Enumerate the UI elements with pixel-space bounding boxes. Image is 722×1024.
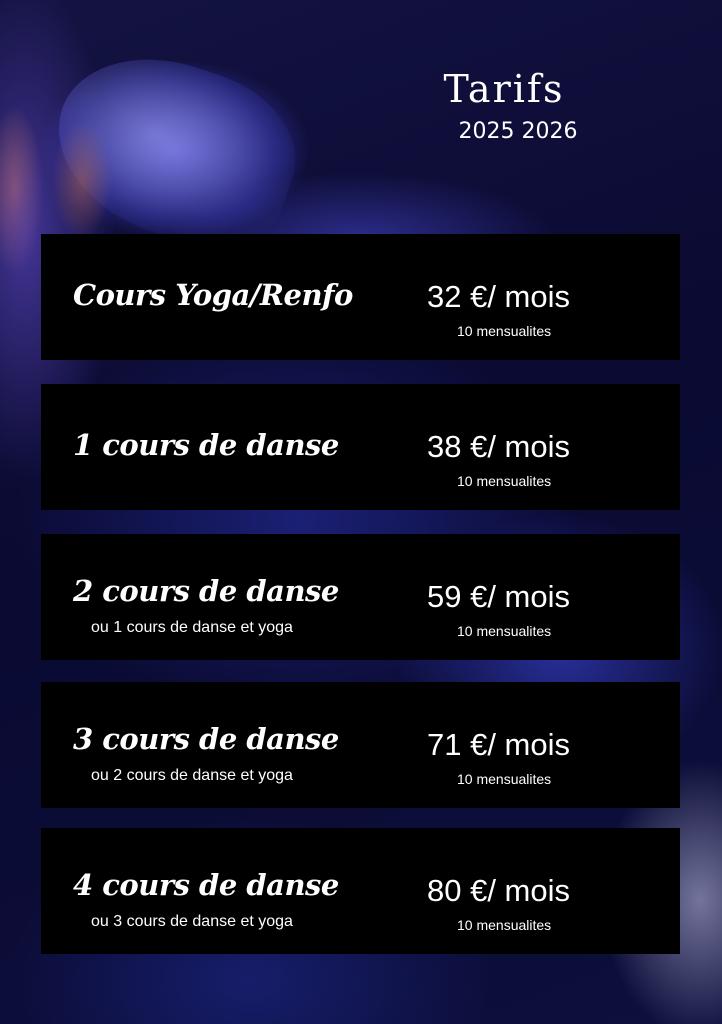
tariff-name: 3 cours de danse — [73, 722, 339, 756]
tariff-subtitle: ou 3 cours de danse et yoga — [91, 913, 293, 930]
tariff-card-yoga: Cours Yoga/Renfo 32 €/ mois 10 mensualit… — [41, 234, 680, 360]
tariff-subtitle: ou 2 cours de danse et yoga — [91, 767, 293, 784]
page-title: Tarifs — [443, 67, 565, 111]
tariff-name: 1 cours de danse — [73, 428, 339, 462]
tariff-price: 32 €/ mois — [427, 279, 571, 314]
tariff-installments: 10 mensualites — [457, 473, 552, 489]
tariff-price: 59 €/ mois — [427, 579, 571, 614]
tariff-installments: 10 mensualites — [457, 771, 552, 787]
tariff-subtitle: ou 1 cours de danse et yoga — [91, 619, 293, 636]
tariff-installments: 10 mensualites — [457, 917, 552, 933]
header: Tarifs 2025 2026 — [400, 66, 600, 146]
tariff-card-2-courses: 2 cours de danse ou 1 cours de danse et … — [41, 534, 680, 660]
tariff-price: 71 €/ mois — [427, 727, 571, 762]
tariff-installments: 10 mensualites — [457, 323, 552, 339]
dancer-hair-highlight — [52, 120, 112, 240]
tariff-name: 2 cours de danse — [73, 574, 339, 608]
tariff-price: 80 €/ mois — [427, 873, 571, 908]
season-years: 2025 2026 — [458, 119, 578, 144]
tariff-name: 4 cours de danse — [73, 868, 339, 902]
tariff-installments: 10 mensualites — [457, 623, 552, 639]
tariff-card-1-course: 1 cours de danse 38 €/ mois 10 mensualit… — [41, 384, 680, 510]
tariff-card-3-courses: 3 cours de danse ou 2 cours de danse et … — [41, 682, 680, 808]
tariff-price: 38 €/ mois — [427, 429, 571, 464]
tariff-name: Cours Yoga/Renfo — [73, 278, 353, 312]
tariff-card-4-courses: 4 cours de danse ou 3 cours de danse et … — [41, 828, 680, 954]
